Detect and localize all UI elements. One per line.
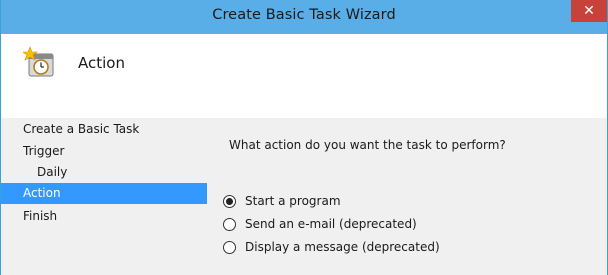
wizard-steps-sidebar: Create a Basic Task Trigger Daily Action… xyxy=(1,118,207,275)
page-title: Action xyxy=(78,54,125,72)
radio-send-email[interactable] xyxy=(223,217,236,231)
sidebar-item-create-basic-task[interactable]: Create a Basic Task xyxy=(1,119,207,140)
sidebar-item-finish[interactable]: Finish xyxy=(1,206,207,227)
close-button[interactable]: ✕ xyxy=(571,0,607,22)
option-label[interactable]: Display a message (deprecated) xyxy=(245,240,440,254)
close-icon: ✕ xyxy=(583,3,595,19)
radio-start-program[interactable] xyxy=(223,194,236,208)
sidebar-item-daily[interactable]: Daily xyxy=(1,162,207,183)
option-label[interactable]: Start a program xyxy=(245,194,341,208)
wizard-header: Action xyxy=(1,34,607,118)
sidebar-item-action[interactable]: Action xyxy=(1,183,207,204)
option-start-program[interactable]: Start a program xyxy=(223,191,341,211)
option-label[interactable]: Send an e-mail (deprecated) xyxy=(245,217,417,231)
window-title: Create Basic Task Wizard xyxy=(212,7,396,23)
action-panel: What action do you want the task to perf… xyxy=(207,118,607,275)
sidebar-item-trigger[interactable]: Trigger xyxy=(1,141,207,162)
option-display-message[interactable]: Display a message (deprecated) xyxy=(223,237,440,257)
title-bar[interactable]: Create Basic Task Wizard ✕ xyxy=(1,0,607,34)
action-question: What action do you want the task to perf… xyxy=(229,138,506,152)
option-send-email[interactable]: Send an e-mail (deprecated) xyxy=(223,214,417,234)
wizard-window: Create Basic Task Wizard ✕ Action Create… xyxy=(0,0,608,275)
task-clock-icon xyxy=(23,46,54,77)
radio-display-message[interactable] xyxy=(223,240,236,254)
